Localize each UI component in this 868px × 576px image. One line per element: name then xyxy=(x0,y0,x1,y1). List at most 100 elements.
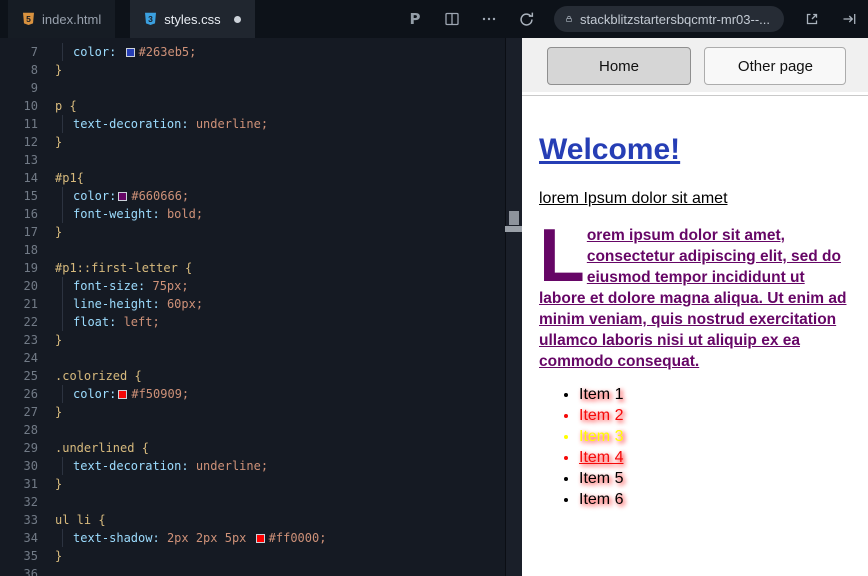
code-line[interactable]: 32 xyxy=(0,493,522,511)
code-token: } xyxy=(55,477,62,491)
line-number[interactable]: 9 xyxy=(0,79,38,97)
line-number[interactable]: 17 xyxy=(0,223,38,241)
line-number[interactable]: 16 xyxy=(0,205,38,223)
more-icon[interactable] xyxy=(480,10,498,28)
split-editor-icon[interactable] xyxy=(443,10,461,28)
line-number[interactable]: 24 xyxy=(0,349,38,367)
code-token: : xyxy=(138,279,152,293)
code-token: : xyxy=(109,189,116,203)
url-text: stackblitzstartersbqcmtr-mr03--... xyxy=(580,12,770,27)
code-line[interactable]: 28 xyxy=(0,421,522,439)
indent-guide xyxy=(62,313,73,331)
welcome-heading: Welcome! xyxy=(539,133,868,167)
code-line[interactable]: 23} xyxy=(0,331,522,349)
line-number[interactable]: 34 xyxy=(0,529,38,547)
line-code: text-decoration: underline; xyxy=(55,115,268,133)
tab-label: styles.css xyxy=(164,12,220,27)
line-number[interactable]: 13 xyxy=(0,151,38,169)
code-line[interactable]: 22float: left; xyxy=(0,313,522,331)
line-number[interactable]: 7 xyxy=(0,43,38,61)
code-line[interactable]: 36 xyxy=(0,565,522,576)
code-line[interactable]: 27} xyxy=(0,403,522,421)
code-line[interactable]: 30 text-decoration: underline; xyxy=(0,457,522,475)
code-line[interactable]: 35} xyxy=(0,547,522,565)
line-number[interactable]: 25 xyxy=(0,367,38,385)
code-token: bold; xyxy=(167,207,203,221)
dock-right-icon[interactable] xyxy=(840,10,858,28)
preview-pane: Home Other page Welcome! lorem Ipsum dol… xyxy=(522,38,868,576)
code-line[interactable]: 12} xyxy=(0,133,522,151)
line-number[interactable]: 30 xyxy=(0,457,38,475)
line-number[interactable]: 12 xyxy=(0,133,38,151)
code-line[interactable]: 21line-height: 60px; xyxy=(0,295,522,313)
line-number[interactable]: 8 xyxy=(0,61,38,79)
code-line[interactable]: 31} xyxy=(0,475,522,493)
code-token: left; xyxy=(124,315,160,329)
code-line[interactable]: 20 font-size: 75px; xyxy=(0,277,522,295)
indent-guide xyxy=(62,385,73,403)
tab-bar: 5 index.html 3 styles.css xyxy=(0,0,255,38)
line-number[interactable]: 36 xyxy=(0,565,38,576)
line-number[interactable]: 11 xyxy=(0,115,38,133)
home-button[interactable]: Home xyxy=(547,47,691,85)
editor-scrollbar[interactable] xyxy=(505,38,522,576)
pane-resize-handle[interactable] xyxy=(505,226,522,232)
line-number[interactable]: 18 xyxy=(0,241,38,259)
line-number[interactable]: 26 xyxy=(0,385,38,403)
line-number[interactable]: 19 xyxy=(0,259,38,277)
code-line[interactable]: 19#p1::first-letter { xyxy=(0,259,522,277)
open-external-icon[interactable] xyxy=(803,10,821,28)
code-line[interactable]: 10p { xyxy=(0,97,522,115)
line-code: font-size: 75px; xyxy=(55,277,189,295)
line-number[interactable]: 32 xyxy=(0,493,38,511)
line-code: text-decoration: underline; xyxy=(55,457,268,475)
prettier-icon[interactable]: P xyxy=(406,10,424,28)
code-line[interactable]: 11 text-decoration: underline; xyxy=(0,115,522,133)
code-line[interactable]: 18 xyxy=(0,241,522,259)
code-line[interactable]: 14#p1{ xyxy=(0,169,522,187)
list-item: Item 2 xyxy=(579,405,868,426)
other-page-button[interactable]: Other page xyxy=(704,47,846,85)
line-number[interactable]: 20 xyxy=(0,277,38,295)
line-number[interactable]: 31 xyxy=(0,475,38,493)
line-code: color:#660666; xyxy=(55,187,189,205)
code-line[interactable]: 13 xyxy=(0,151,522,169)
line-number[interactable]: 29 xyxy=(0,439,38,457)
line-number[interactable]: 28 xyxy=(0,421,38,439)
line-number[interactable]: 23 xyxy=(0,331,38,349)
code-line[interactable]: 34text-shadow: 2px 2px 5px #ff0000; xyxy=(0,529,522,547)
scrollbar-thumb[interactable] xyxy=(509,211,519,225)
tab-index-html[interactable]: 5 index.html xyxy=(8,0,115,38)
tab-styles-css[interactable]: 3 styles.css xyxy=(130,0,254,38)
url-bar[interactable]: stackblitzstartersbqcmtr-mr03--... xyxy=(554,6,784,32)
line-number[interactable]: 15 xyxy=(0,187,38,205)
refresh-icon[interactable] xyxy=(517,10,535,28)
code-line[interactable]: 26color:#f50909; xyxy=(0,385,522,403)
line-number[interactable]: 10 xyxy=(0,97,38,115)
modified-dot xyxy=(234,16,241,23)
line-number[interactable]: 35 xyxy=(0,547,38,565)
code-token: } xyxy=(55,405,62,419)
code-line[interactable]: 7color: #263eb5; xyxy=(0,43,522,61)
code-line[interactable]: 17} xyxy=(0,223,522,241)
code-token: text-decoration xyxy=(73,117,181,131)
indent-guide xyxy=(62,205,73,223)
list-item: Item 5 xyxy=(579,468,868,489)
list-item: Item 4 xyxy=(579,447,868,468)
code-line[interactable]: 24 xyxy=(0,349,522,367)
code-line[interactable]: 9 xyxy=(0,79,522,97)
code-editor[interactable]: 7color: #263eb5;8}910p {11text-decoratio… xyxy=(0,38,522,576)
code-line[interactable]: 29.underlined { xyxy=(0,439,522,457)
line-number[interactable]: 22 xyxy=(0,313,38,331)
line-number[interactable]: 14 xyxy=(0,169,38,187)
code-line[interactable]: 15 color:#660666; xyxy=(0,187,522,205)
stackblitz-window: 5 index.html 3 styles.css P xyxy=(0,0,868,576)
code-line[interactable]: 33ul li { xyxy=(0,511,522,529)
code-line[interactable]: 25.colorized { xyxy=(0,367,522,385)
code-line[interactable]: 16font-weight: bold; xyxy=(0,205,522,223)
line-number[interactable]: 33 xyxy=(0,511,38,529)
topbar: 5 index.html 3 styles.css P xyxy=(0,0,868,38)
line-number[interactable]: 27 xyxy=(0,403,38,421)
line-number[interactable]: 21 xyxy=(0,295,38,313)
code-line[interactable]: 8} xyxy=(0,61,522,79)
